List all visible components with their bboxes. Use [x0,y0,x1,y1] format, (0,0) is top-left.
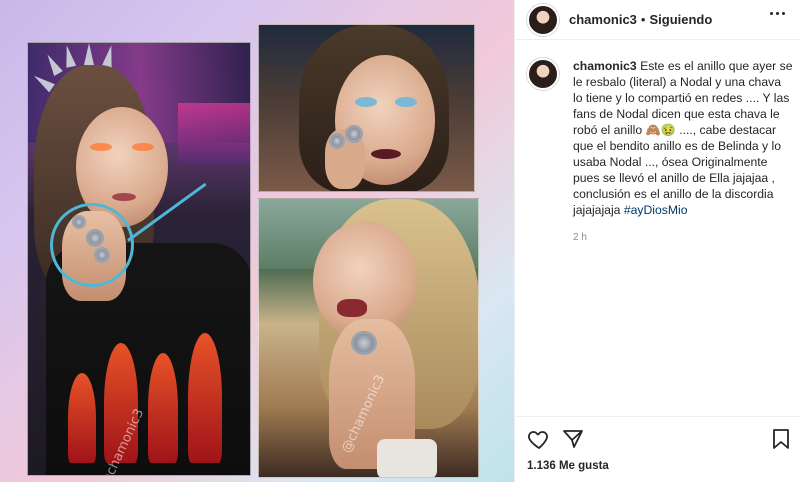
caption-username[interactable]: chamonic3 [573,59,637,73]
hair-spike [84,43,94,65]
ring [345,125,363,143]
avatar[interactable] [527,3,559,36]
caption-text: Este es el anillo que ayer se le resbalo… [573,59,793,217]
bookmark-icon[interactable] [769,427,793,451]
caption: chamonic3 Este es el anillo que ayer se … [527,58,793,246]
annotation-circle [50,203,134,287]
heart-icon[interactable] [527,427,551,451]
hashtag-link[interactable]: #ayDiosMio [624,203,688,217]
ring [329,133,345,149]
username-link[interactable]: chamonic3 [569,12,637,27]
post-image[interactable]: @chamonic3 @chamonic3 [0,0,514,482]
caption-body: chamonic3 Este es el anillo que ayer se … [573,58,793,246]
action-bar [515,416,800,456]
post-time: 2 h [573,232,587,243]
separator-dot: • [640,12,646,27]
following-button[interactable]: Siguiendo [649,12,712,27]
caption-avatar[interactable] [527,58,559,90]
post-panel: chamonic3 • Siguiendo chamonic3 Este es … [514,0,800,482]
more-options-icon[interactable] [770,12,785,15]
photo-bottom-ring: @chamonic3 [258,198,479,478]
likes-count[interactable]: 1.136 Me gusta [527,460,609,472]
photo-top-closeup [258,24,475,192]
ring [351,331,377,355]
photo-left-portrait: @chamonic3 [27,42,251,476]
post-header: chamonic3 • Siguiendo [515,0,800,40]
paper-plane-icon[interactable] [561,427,585,451]
